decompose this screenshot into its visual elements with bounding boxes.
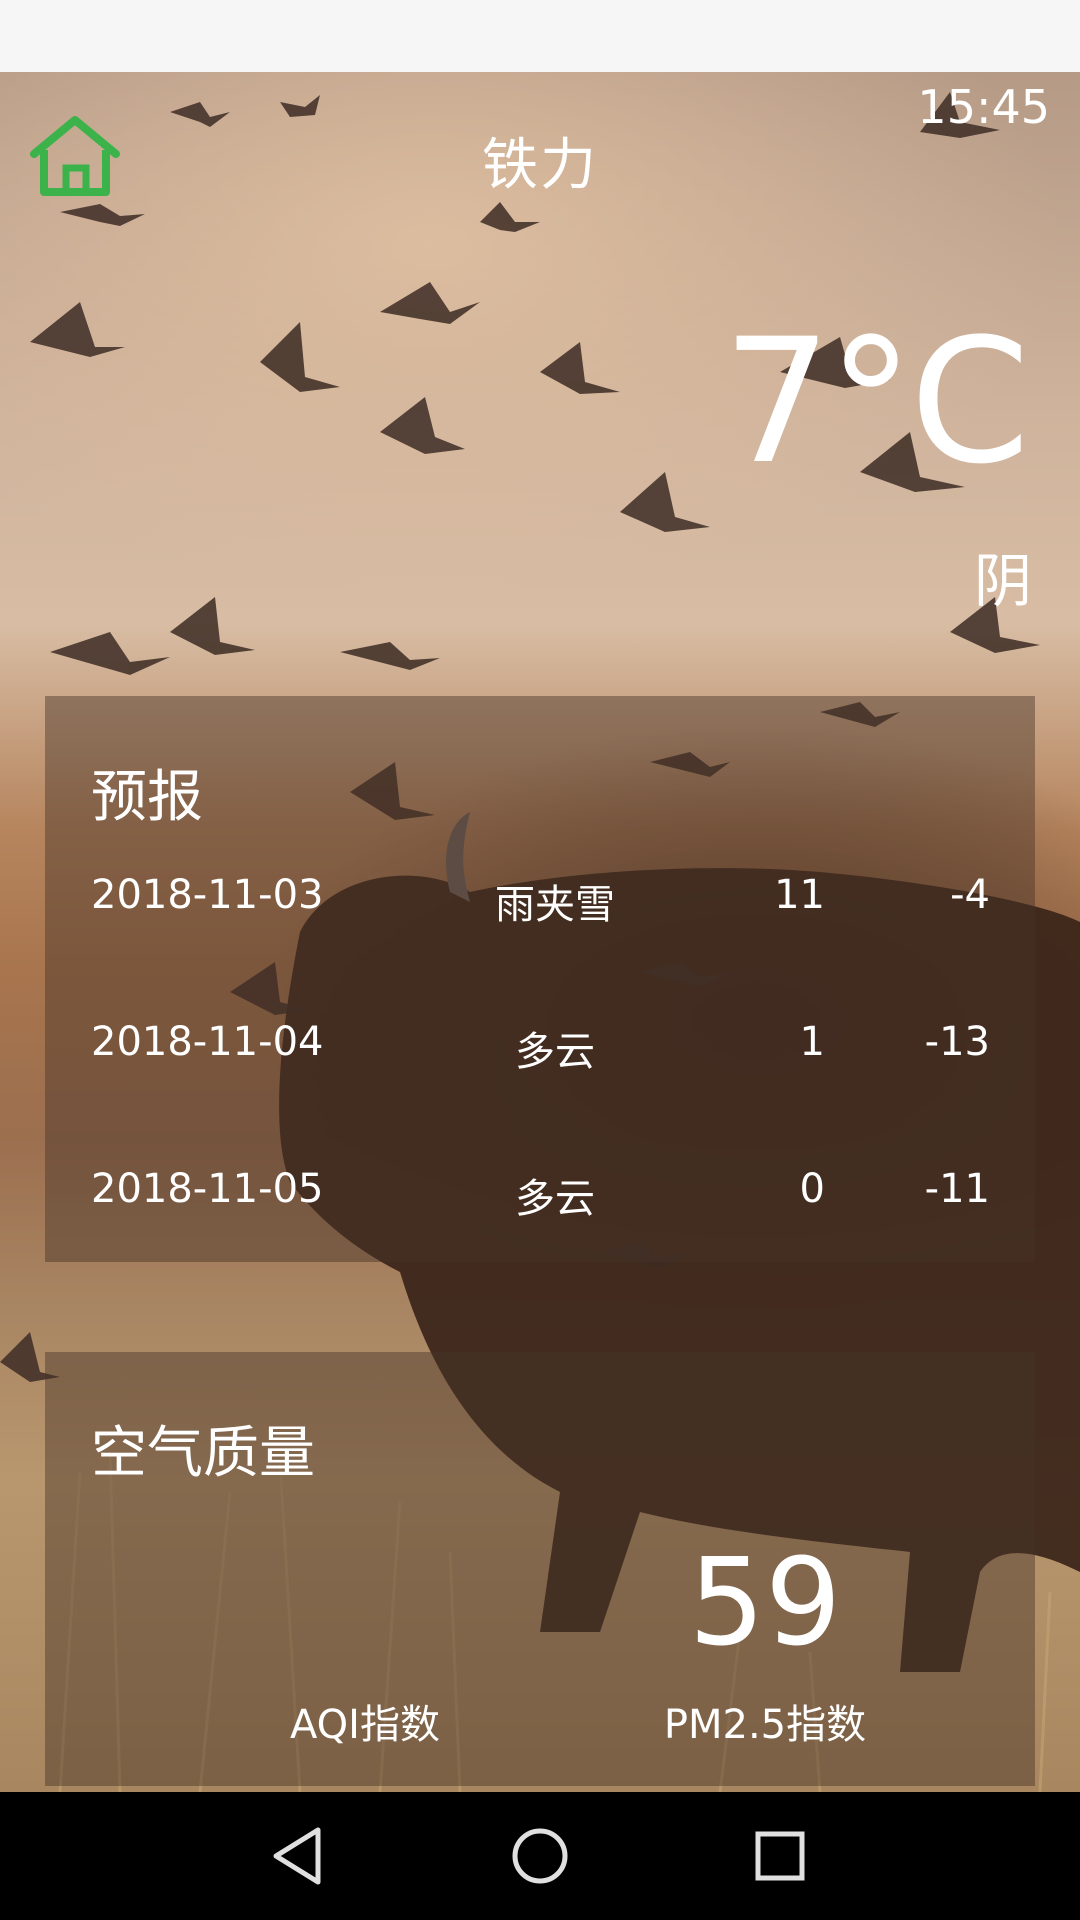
clock: 15:45 [917,80,1050,134]
recent-square-icon [755,1831,805,1881]
back-triangle-icon [273,1827,321,1885]
status-bar [0,0,1080,72]
forecast-condition: 多云 [515,1176,595,1222]
forecast-date: 2018-11-05 [91,1166,324,1212]
current-temperature: 7°C [722,301,1030,502]
air-quality-value: 59 [688,1534,842,1673]
forecast-high: 11 [774,872,825,918]
current-condition: 阴 [973,547,1032,615]
forecast-high: 0 [799,1166,825,1212]
forecast-low: -4 [950,872,990,918]
forecast-low: -11 [924,1166,990,1212]
pm25-label: PM2.5指数 [663,1702,867,1748]
forecast-condition: 雨夹雪 [495,882,615,928]
air-quality-panel: 空气质量 59 AQI指数 PM2.5指数 [45,1352,1035,1786]
nav-back-button[interactable] [264,1822,332,1890]
home-button[interactable] [28,114,122,198]
forecast-title: 预报 [91,765,203,830]
aqi-label: AQI指数 [290,1702,440,1748]
forecast-condition: 多云 [515,1029,595,1075]
forecast-low: -13 [924,1019,990,1065]
forecast-high: 1 [799,1019,825,1065]
forecast-date: 2018-11-03 [91,872,324,918]
forecast-row: 2018-11-03 雨夹雪 11 -4 [45,872,1035,932]
air-quality-title: 空气质量 [91,1421,315,1486]
forecast-row: 2018-11-04 多云 1 -13 [45,1019,1035,1079]
home-icon [30,116,120,196]
navigation-bar [0,1792,1080,1920]
nav-recent-button[interactable] [746,1822,814,1890]
app-screen: 铁力 15:45 7°C 阴 预报 2018-11-03 雨夹雪 11 -4 2… [0,0,1080,1920]
forecast-panel: 预报 2018-11-03 雨夹雪 11 -4 2018-11-04 多云 1 … [45,696,1035,1262]
nav-home-button[interactable] [506,1822,574,1890]
forecast-date: 2018-11-04 [91,1019,324,1065]
home-circle-icon [512,1828,568,1884]
city-title: 铁力 [482,133,598,198]
forecast-row: 2018-11-05 多云 0 -11 [45,1166,1035,1226]
